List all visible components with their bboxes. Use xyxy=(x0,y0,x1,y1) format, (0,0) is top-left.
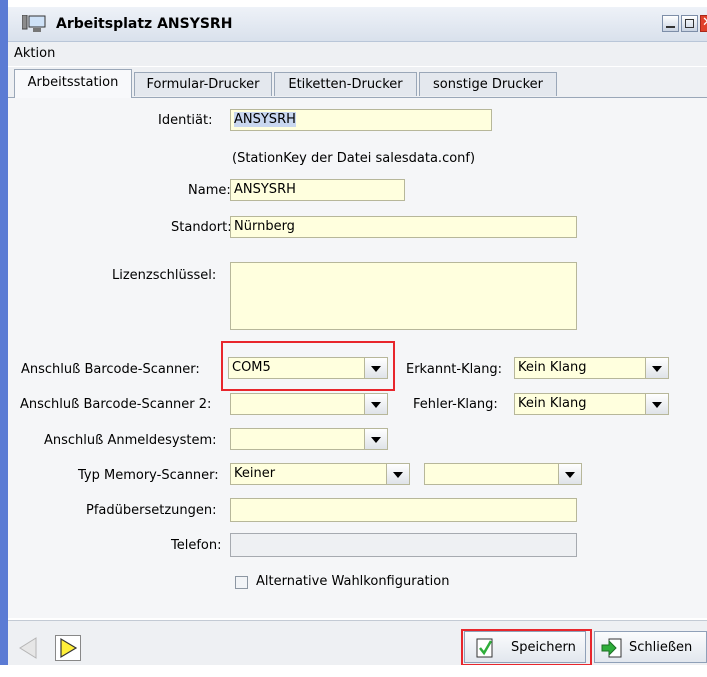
fehler-value: Kein Klang xyxy=(518,396,587,411)
chevron-down-icon[interactable] xyxy=(386,464,409,484)
close-window-button[interactable]: ✕ xyxy=(700,15,707,32)
identitaet-label: Identiät: xyxy=(158,113,213,128)
chevron-down-icon[interactable] xyxy=(645,394,668,414)
alt-wahl-label[interactable]: Alternative Wahlkonfiguration xyxy=(256,574,449,589)
pfad-field[interactable] xyxy=(230,498,577,522)
minimize-icon xyxy=(666,26,675,28)
bottom-margin xyxy=(0,665,707,677)
memory-select-2[interactable] xyxy=(424,463,582,485)
chevron-down-icon[interactable] xyxy=(364,394,387,414)
app-window: Arbeitsplatz ANSYSRH ✕ Aktion Arbeitssta… xyxy=(0,0,707,677)
tab-sonstige-drucker[interactable]: sonstige Drucker xyxy=(419,72,557,96)
alt-wahl-checkbox[interactable] xyxy=(235,576,248,589)
fehler-select[interactable]: Kein Klang xyxy=(514,393,669,415)
memory-select[interactable]: Keiner xyxy=(230,463,410,485)
tab-formular-drucker[interactable]: Formular-Drucker xyxy=(134,72,272,96)
menu-aktion[interactable]: Aktion xyxy=(14,46,55,61)
identitaet-hint: (StationKey der Datei salesdata.conf) xyxy=(232,151,476,166)
chevron-down-icon[interactable] xyxy=(558,464,581,484)
arbeitsstation-panel: Identiät: ANSYSRH (StationKey der Datei … xyxy=(8,98,707,618)
anmelde-select[interactable] xyxy=(230,428,388,450)
exit-arrow-icon xyxy=(601,638,622,658)
previous-button[interactable] xyxy=(16,635,42,661)
tab-arbeitsstation[interactable]: Arbeitsstation xyxy=(14,69,132,98)
standort-label: Standort: xyxy=(171,220,232,235)
close-label: Schließen xyxy=(629,640,693,655)
telefon-field[interactable] xyxy=(230,533,577,557)
highlight-box-scanner xyxy=(221,341,395,391)
lizenz-label: Lizenzschlüssel: xyxy=(112,268,217,283)
triangle-right-icon xyxy=(60,637,78,659)
name-label: Name: xyxy=(188,183,231,198)
window-left-border xyxy=(0,0,8,665)
scanner-label: Anschluß Barcode-Scanner: xyxy=(21,362,200,377)
menu-bar: Aktion xyxy=(8,42,707,66)
triangle-left-icon xyxy=(19,637,37,659)
anmelde-label: Anschluß Anmeldesystem: xyxy=(44,433,217,448)
identitaet-field[interactable]: ANSYSRH xyxy=(230,109,492,131)
close-button[interactable]: Schließen xyxy=(594,631,707,663)
highlight-box-save xyxy=(461,629,592,666)
standort-field[interactable]: Nürnberg xyxy=(230,216,577,238)
workstation-icon xyxy=(22,15,46,32)
identitaet-value: ANSYSRH xyxy=(234,112,296,127)
next-button[interactable] xyxy=(55,635,81,661)
erkannt-label: Erkannt-Klang: xyxy=(406,362,503,377)
minimize-button[interactable] xyxy=(662,15,679,32)
erkannt-select[interactable]: Kein Klang xyxy=(514,357,669,379)
chevron-down-icon[interactable] xyxy=(364,429,387,449)
pfad-label: Pfadübersetzungen: xyxy=(86,503,217,518)
fehler-label: Fehler-Klang: xyxy=(413,397,498,412)
memory-label: Typ Memory-Scanner: xyxy=(78,468,219,483)
title-bar: Arbeitsplatz ANSYSRH ✕ xyxy=(8,7,707,42)
close-icon: ✕ xyxy=(702,15,707,30)
tab-etiketten-drucker[interactable]: Etiketten-Drucker xyxy=(274,72,417,96)
erkannt-value: Kein Klang xyxy=(518,360,587,375)
maximize-button[interactable] xyxy=(681,15,698,32)
name-field[interactable]: ANSYSRH xyxy=(230,179,405,201)
maximize-icon xyxy=(685,19,694,28)
window-title: Arbeitsplatz ANSYSRH xyxy=(56,16,233,32)
tab-bar: Arbeitsstation Formular-Drucker Etikette… xyxy=(8,67,707,98)
lizenz-field[interactable] xyxy=(230,262,577,330)
memory-value: Keiner xyxy=(234,466,276,481)
telefon-label: Telefon: xyxy=(171,538,222,553)
scanner2-label: Anschluß Barcode-Scanner 2: xyxy=(20,397,212,412)
scanner2-select[interactable] xyxy=(230,393,388,415)
footer-bar: Speichern Schließen xyxy=(8,620,707,666)
chevron-down-icon[interactable] xyxy=(645,358,668,378)
